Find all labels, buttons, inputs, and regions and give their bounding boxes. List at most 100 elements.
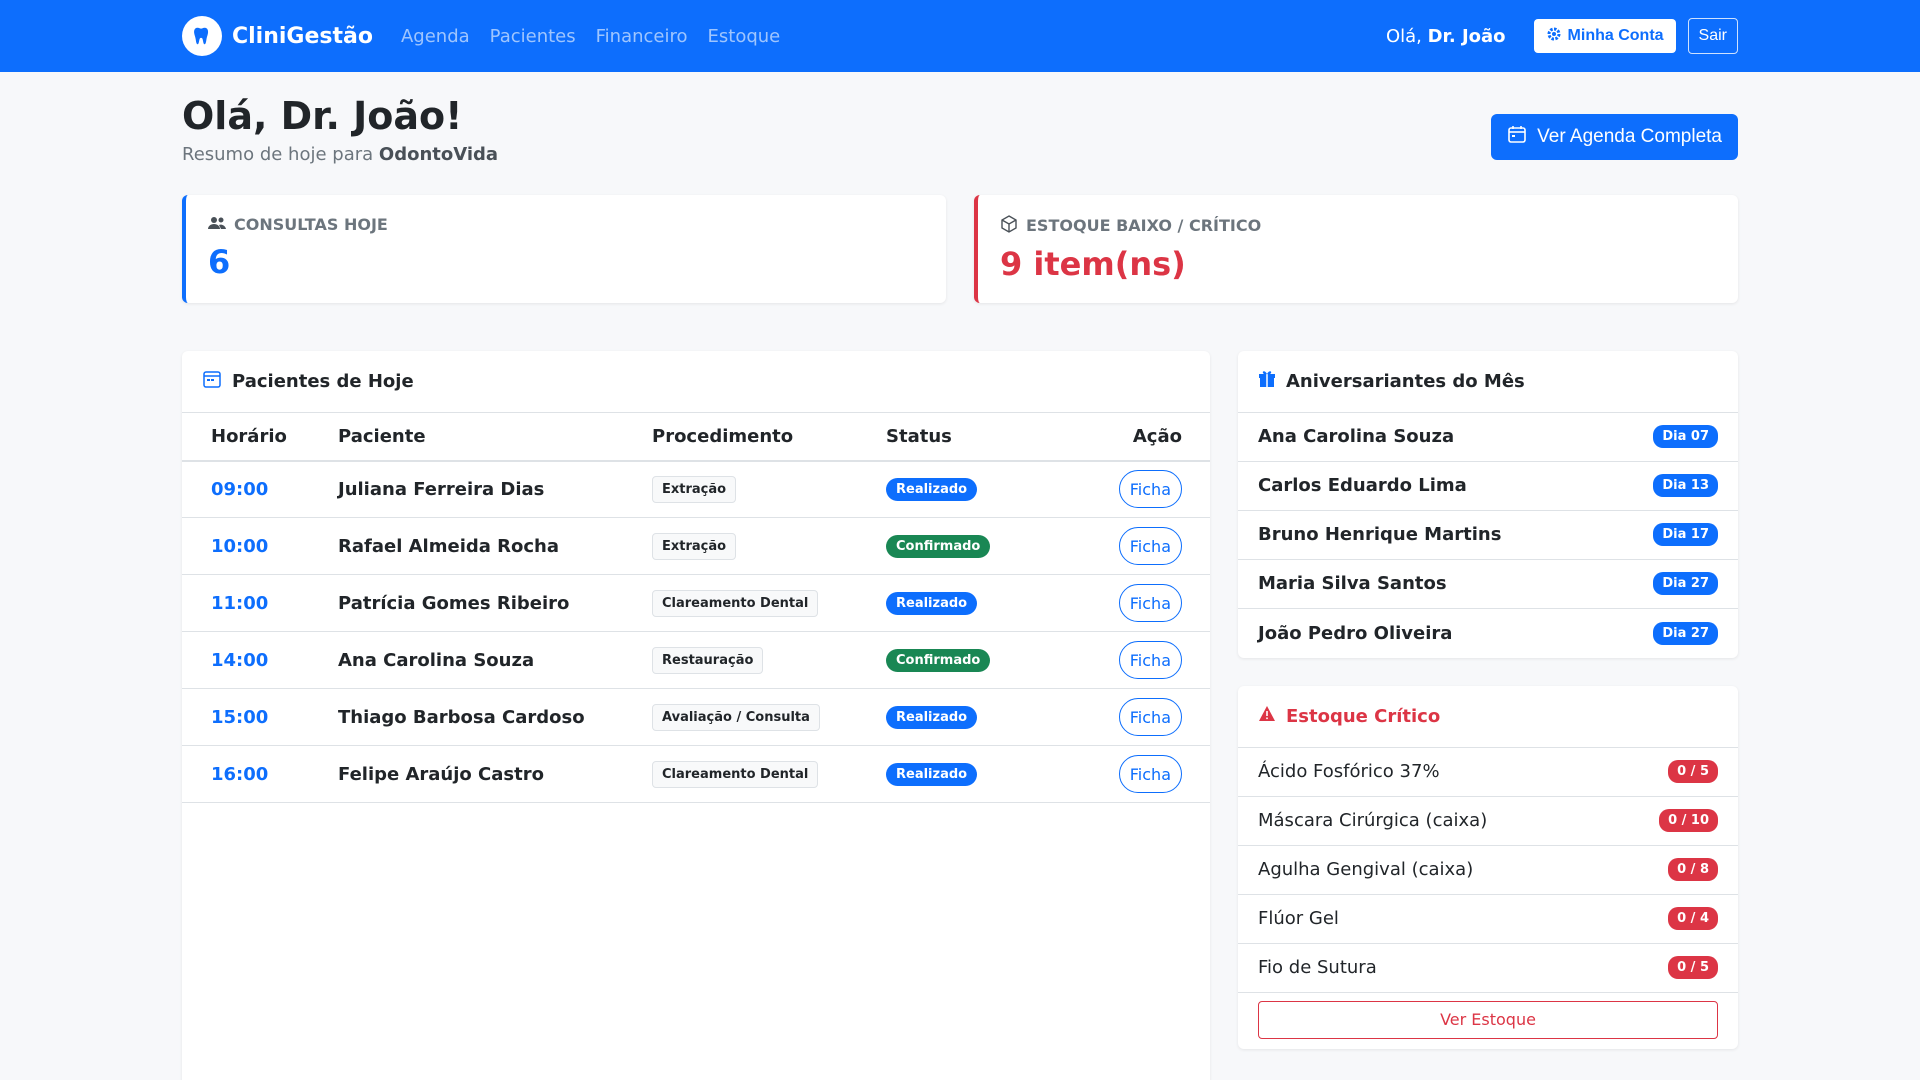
warning-icon xyxy=(1258,705,1276,728)
view-full-agenda-button[interactable]: Ver Agenda Completa xyxy=(1491,114,1738,160)
procedure-badge: Clareamento Dental xyxy=(652,760,819,788)
critical-stock-header: Estoque Crítico xyxy=(1238,686,1738,748)
nav-link-financeiro[interactable]: Financeiro xyxy=(596,26,688,47)
procedure-cell: Clareamento Dental xyxy=(642,745,876,804)
ficha-button[interactable]: Ficha xyxy=(1118,755,1182,794)
birthdays-card: Aniversariantes do Mês Ana Carolina Souz… xyxy=(1238,350,1738,658)
stock-item-name: Agulha Gengival (caixa) xyxy=(1258,859,1474,881)
status-badge: Realizado xyxy=(886,763,978,787)
stock-qty-badge: 0 / 8 xyxy=(1668,858,1718,882)
procedure-badge: Extração xyxy=(652,532,737,560)
critical-stock-title: Estoque Crítico xyxy=(1286,705,1441,727)
status-cell: Confirmado xyxy=(876,517,1061,576)
list-item: Agulha Gengival (caixa) 0 / 8 xyxy=(1238,846,1738,895)
gear-icon xyxy=(1546,26,1562,47)
table-row: 09:00 Juliana Ferreira Dias Extração Realiz… xyxy=(182,460,1210,519)
status-cell: Realizado xyxy=(876,745,1061,804)
stock-item-name: Fio de Sutura xyxy=(1258,957,1377,979)
appointment-time: 15:00 xyxy=(182,688,328,747)
appointment-time: 16:00 xyxy=(182,745,328,804)
patient-name: Rafael Almeida Rocha xyxy=(328,517,642,576)
list-item: João Pedro Oliveira Dia 27 xyxy=(1238,609,1738,658)
ficha-button[interactable]: Ficha xyxy=(1118,470,1182,509)
action-cell: Ficha xyxy=(1060,631,1210,690)
ficha-button[interactable]: Ficha xyxy=(1118,584,1182,623)
user-greeting: Olá, Dr. João xyxy=(1386,26,1506,47)
patient-name: Ana Carolina Souza xyxy=(328,631,642,690)
list-item: Maria Silva Santos Dia 27 xyxy=(1238,560,1738,609)
ficha-button[interactable]: Ficha xyxy=(1118,698,1182,737)
action-cell: Ficha xyxy=(1060,745,1210,804)
stock-qty-badge: 0 / 4 xyxy=(1668,907,1718,931)
table-row: 10:00 Rafael Almeida Rocha Extração Confirm… xyxy=(182,517,1210,576)
action-cell: Ficha xyxy=(1060,688,1210,747)
status-cell: Realizado xyxy=(876,688,1061,747)
birthday-day-badge: Dia 27 xyxy=(1653,621,1718,645)
gift-icon xyxy=(1258,370,1276,393)
subtitle-prefix: Resumo de hoje para xyxy=(182,143,374,165)
appointments-today-card: CONSULTAS HOJE 6 xyxy=(182,194,946,303)
view-stock-button[interactable]: Ver Estoque xyxy=(1258,1000,1718,1039)
critical-stock-list: Ácido Fosfórico 37% 0 / 5 Máscara Cirúrgic… xyxy=(1238,748,1738,993)
appointment-time: 10:00 xyxy=(182,517,328,576)
nav-link-agenda[interactable]: Agenda xyxy=(401,26,470,47)
procedure-badge: Extração xyxy=(652,475,737,503)
appointment-time: 14:00 xyxy=(182,631,328,690)
table-row: 14:00 Ana Carolina Souza Restauração Confir… xyxy=(182,631,1210,690)
low-stock-label: ESTOQUE BAIXO / CRÍTICO xyxy=(1026,216,1262,236)
column-header: Ação xyxy=(1060,412,1210,462)
action-cell: Ficha xyxy=(1060,574,1210,633)
list-item: Ácido Fosfórico 37% 0 / 5 xyxy=(1238,748,1738,797)
stock-item-name: Máscara Cirúrgica (caixa) xyxy=(1258,810,1488,832)
appointments-today-label: CONSULTAS HOJE xyxy=(234,215,388,235)
nav-link-estoque[interactable]: Estoque xyxy=(708,26,781,47)
navbar: CliniGestão Agenda Pacientes Financeiro … xyxy=(0,0,1920,72)
appointment-time: 09:00 xyxy=(182,460,328,519)
column-header: Status xyxy=(876,412,1061,462)
stock-qty-badge: 0 / 5 xyxy=(1668,956,1718,980)
birthday-day-badge: Dia 07 xyxy=(1653,425,1718,449)
my-account-button[interactable]: Minha Conta xyxy=(1533,19,1676,53)
list-item: Carlos Eduardo Lima Dia 13 xyxy=(1238,462,1738,511)
list-item: Máscara Cirúrgica (caixa) 0 / 10 xyxy=(1238,797,1738,846)
ficha-button[interactable]: Ficha xyxy=(1118,527,1182,566)
greeting-name: Dr. João xyxy=(1427,25,1506,47)
procedure-badge: Avaliação / Consulta xyxy=(652,703,820,731)
procedure-cell: Extração xyxy=(642,517,876,576)
birthday-day-badge: Dia 27 xyxy=(1653,572,1718,596)
procedure-cell: Avaliação / Consulta xyxy=(642,688,876,747)
stock-qty-badge: 0 / 10 xyxy=(1659,809,1718,833)
patient-name: Juliana Ferreira Dias xyxy=(328,460,642,519)
column-header: Paciente xyxy=(328,412,642,462)
appointment-time: 11:00 xyxy=(182,574,328,633)
appointments-today-label-row: CONSULTAS HOJE xyxy=(208,215,924,235)
brand[interactable]: CliniGestão xyxy=(182,16,373,56)
my-account-label: Minha Conta xyxy=(1567,27,1664,44)
status-cell: Confirmado xyxy=(876,631,1061,690)
birthdays-title: Aniversariantes do Mês xyxy=(1286,370,1525,392)
procedure-badge: Clareamento Dental xyxy=(652,589,819,617)
right-column: Aniversariantes do Mês Ana Carolina Souz… xyxy=(1238,350,1738,1080)
birthday-name: Carlos Eduardo Lima xyxy=(1258,475,1467,497)
procedure-badge: Restauração xyxy=(652,646,764,674)
stock-qty-badge: 0 / 5 xyxy=(1668,760,1718,784)
main-row: Pacientes de Hoje Horário Paciente Proce… xyxy=(182,350,1738,1080)
birthday-name: Ana Carolina Souza xyxy=(1258,426,1455,448)
page-subtitle: Resumo de hoje para OdontoVida xyxy=(182,144,498,165)
brand-name: CliniGestão xyxy=(232,23,373,49)
low-stock-label-row: ESTOQUE BAIXO / CRÍTICO xyxy=(1000,214,1716,237)
clinic-name: OdontoVida xyxy=(378,143,499,165)
nav-link-pacientes[interactable]: Pacientes xyxy=(490,26,576,47)
status-badge: Confirmado xyxy=(886,649,991,673)
birthday-day-badge: Dia 17 xyxy=(1653,523,1718,547)
status-badge: Realizado xyxy=(886,592,978,616)
low-stock-value: 9 item(ns) xyxy=(1000,244,1186,283)
logout-button[interactable]: Sair xyxy=(1687,18,1738,54)
action-cell: Ficha xyxy=(1060,517,1210,576)
status-cell: Realizado xyxy=(876,574,1061,633)
patients-table: Horário Paciente Procedimento Status Açã… xyxy=(182,412,1210,804)
ficha-button[interactable]: Ficha xyxy=(1118,641,1182,680)
today-patients-title: Pacientes de Hoje xyxy=(232,370,414,392)
box-icon xyxy=(1000,214,1018,237)
list-item: Fio de Sutura 0 / 5 xyxy=(1238,944,1738,993)
